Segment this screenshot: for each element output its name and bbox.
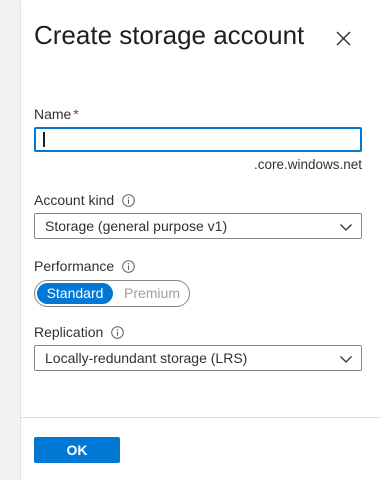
account-kind-label: Account kind: [34, 192, 135, 208]
chevron-down-icon: [339, 220, 353, 234]
performance-option-standard[interactable]: Standard: [37, 283, 113, 304]
replication-value: Locally-redundant storage (LRS): [45, 350, 248, 366]
name-label: Name *: [34, 106, 79, 122]
create-storage-panel: Create storage account Name * .core.windo…: [21, 0, 381, 480]
performance-label-text: Performance: [34, 258, 115, 274]
ok-button[interactable]: OK: [34, 437, 120, 463]
account-kind-value: Storage (general purpose v1): [45, 218, 228, 234]
domain-suffix: .core.windows.net: [253, 157, 362, 172]
info-icon[interactable]: [111, 325, 125, 339]
info-icon[interactable]: [122, 193, 135, 207]
account-kind-label-text: Account kind: [34, 192, 115, 208]
footer-divider: [21, 417, 381, 418]
text-caret: [43, 132, 45, 147]
replication-dropdown[interactable]: Locally-redundant storage (LRS): [34, 345, 362, 371]
panel-title: Create storage account: [34, 20, 305, 50]
performance-toggle: Standard Premium: [34, 280, 190, 307]
performance-option-premium[interactable]: Premium: [117, 283, 187, 304]
background-rail: [0, 0, 21, 480]
chevron-down-icon: [339, 352, 353, 366]
name-label-text: Name: [34, 106, 72, 122]
required-marker: *: [73, 106, 79, 122]
close-button[interactable]: [331, 26, 357, 52]
account-kind-dropdown[interactable]: Storage (general purpose v1): [34, 213, 362, 239]
close-icon: [331, 26, 357, 52]
replication-label: Replication: [34, 324, 125, 340]
performance-label: Performance: [34, 258, 135, 274]
replication-label-text: Replication: [34, 324, 104, 340]
name-input[interactable]: [34, 127, 362, 152]
info-icon[interactable]: [122, 259, 135, 273]
